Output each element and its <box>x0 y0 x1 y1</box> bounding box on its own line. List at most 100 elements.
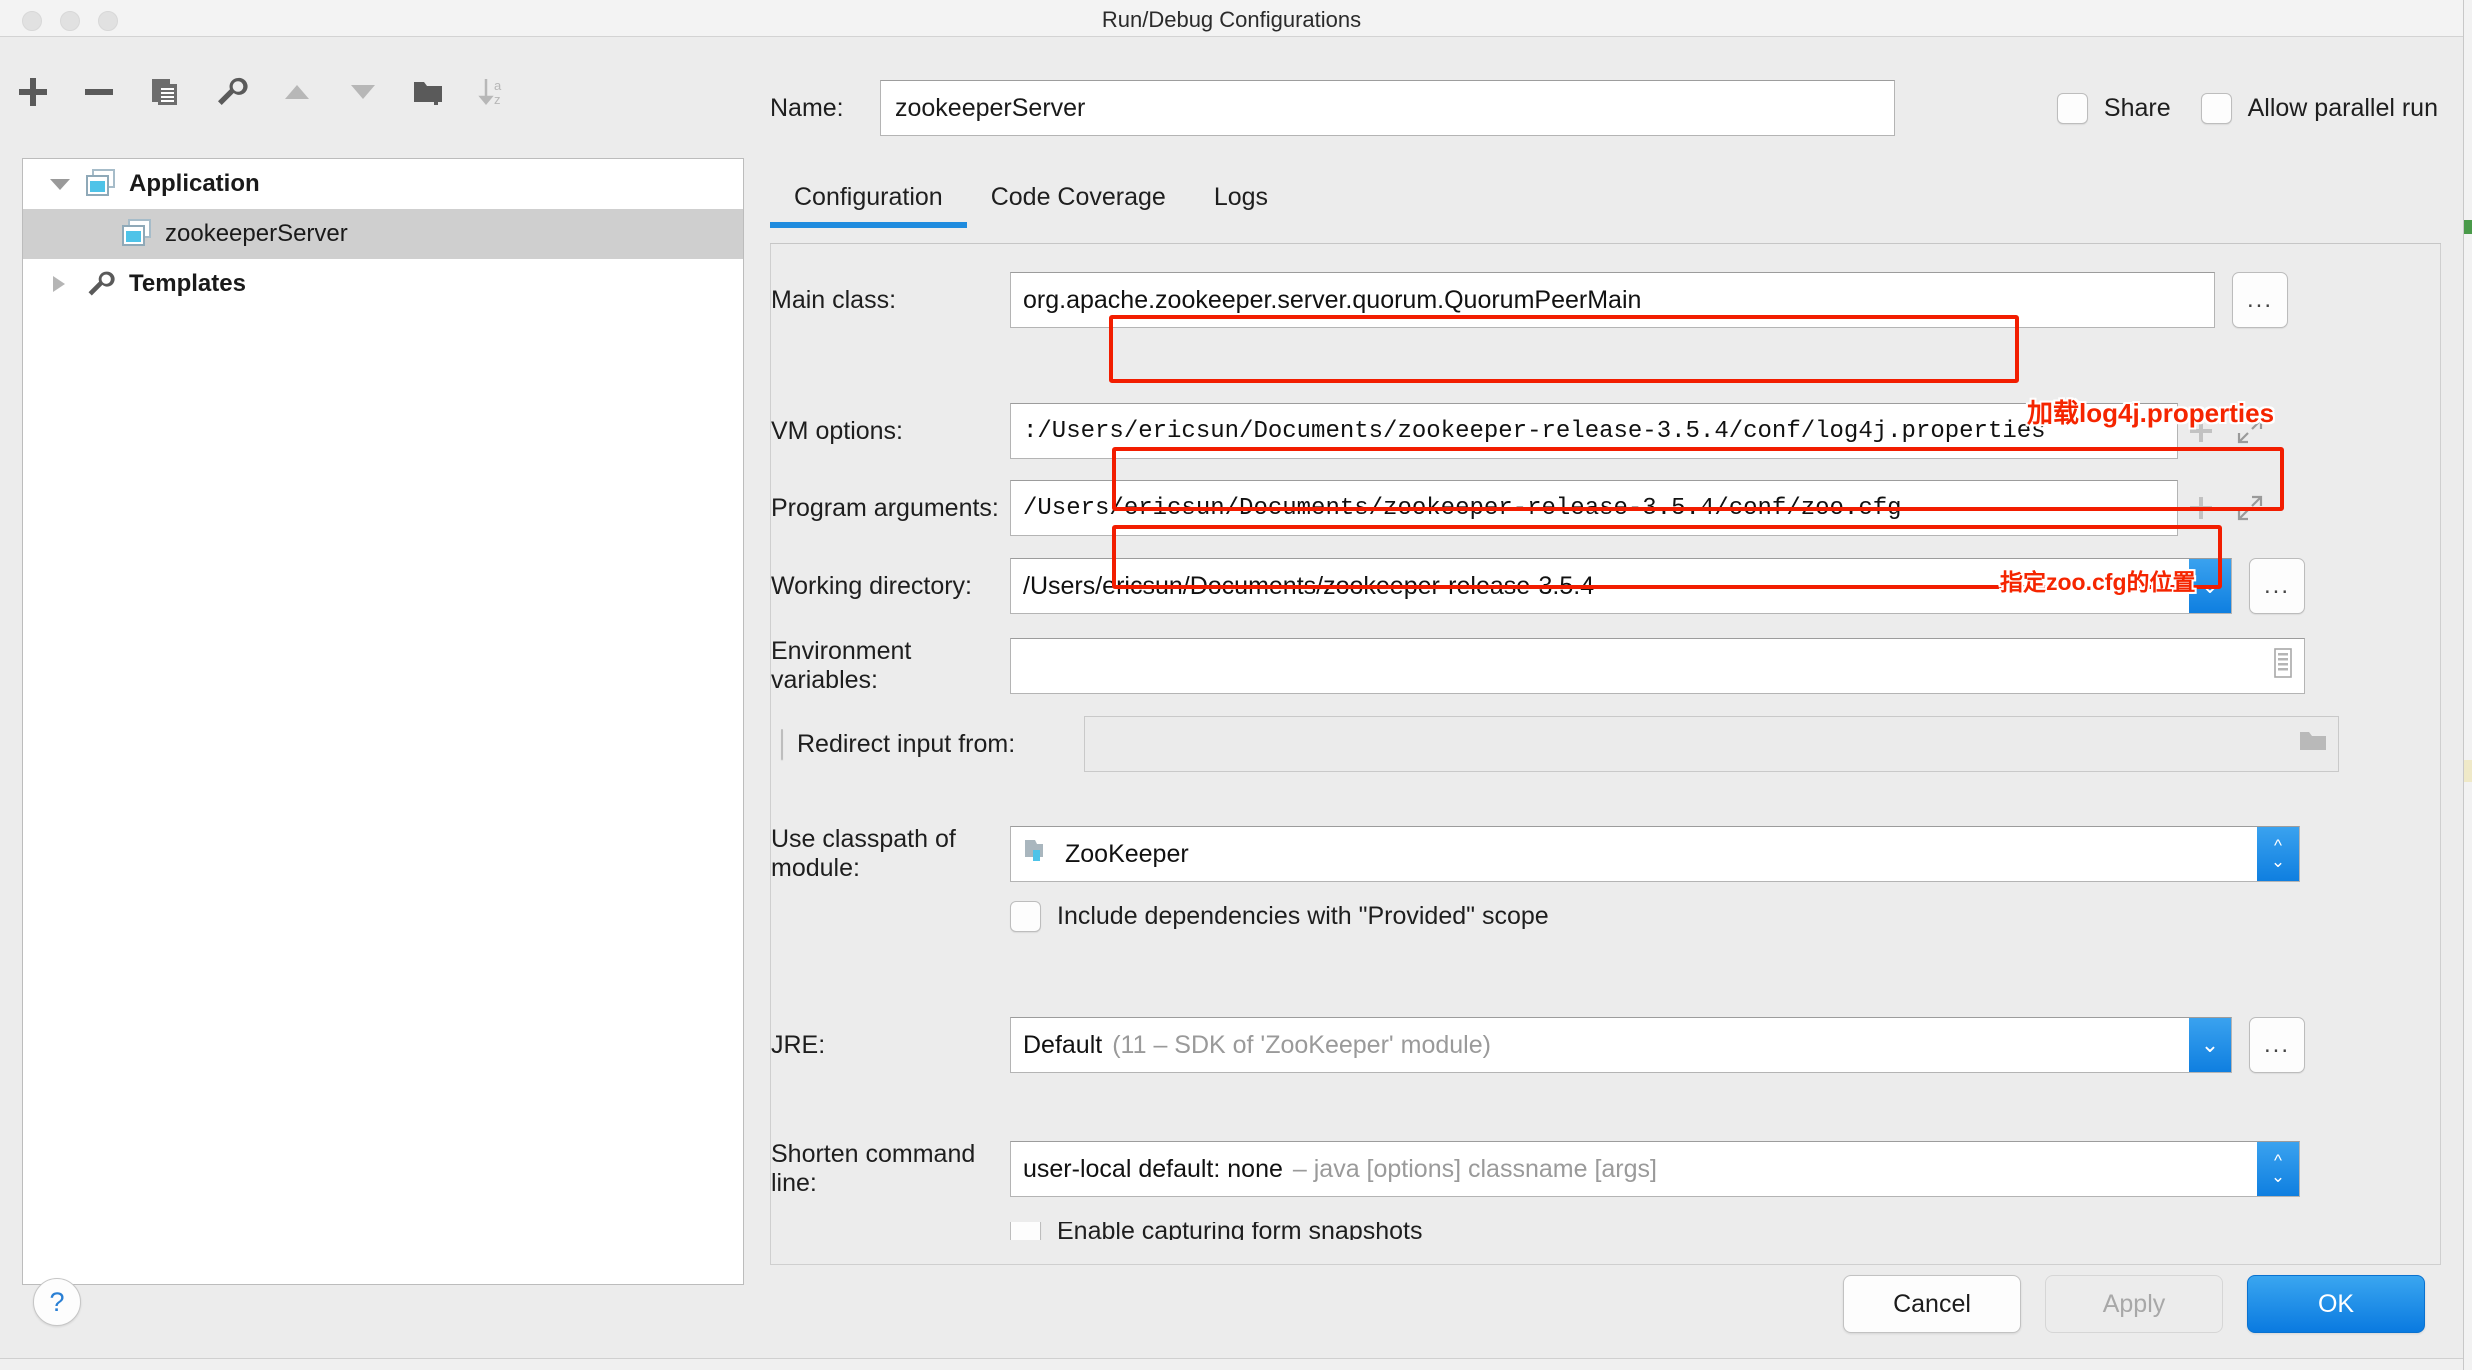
tree-item-label: Application <box>129 170 260 197</box>
shorten-command-line-label: Shorten command line: <box>771 1140 976 1197</box>
redirect-input-checkbox[interactable] <box>781 728 783 760</box>
background-green-marker <box>2464 220 2472 234</box>
main-class-label: Main class: <box>771 285 897 314</box>
allow-parallel-run-checkbox[interactable] <box>2200 93 2232 124</box>
shorten-command-line-combo[interactable]: user-local default: none – java [options… <box>1010 1141 2300 1197</box>
wrench-icon <box>85 269 129 299</box>
classpath-module-label: Use classpath of module: <box>771 825 956 882</box>
svg-text:z: z <box>494 92 501 107</box>
name-input[interactable]: zookeeperServer <box>880 80 1895 136</box>
form-snapshots-row[interactable]: Enable capturing form snapshots <box>1010 1222 1423 1240</box>
edit-templates-wrench-icon[interactable] <box>198 64 264 120</box>
application-icon <box>85 169 129 199</box>
include-provided-row[interactable]: Include dependencies with "Provided" sco… <box>1010 901 1549 932</box>
copy-configuration-icon[interactable] <box>132 64 198 120</box>
tab-configuration[interactable]: Configuration <box>770 183 967 228</box>
program-arguments-insert-macro-icon[interactable] <box>2178 480 2224 536</box>
editor-tabs: Configuration Code Coverage Logs <box>770 183 1292 228</box>
classpath-module-row: Use classpath of module: ZooKeeper ^ ⌄ <box>771 825 2300 883</box>
form-snapshots-checkbox[interactable] <box>1010 1222 1041 1240</box>
classpath-module-stepper-icon[interactable]: ^ ⌄ <box>2257 827 2299 881</box>
shorten-command-line-value: user-local default: none <box>1023 1154 1283 1183</box>
include-provided-label: Include dependencies with "Provided" sco… <box>1057 902 1549 930</box>
application-icon <box>121 219 165 249</box>
program-arguments-expand-icon[interactable] <box>2224 480 2276 536</box>
program-arguments-input[interactable]: /Users/ericsun/Documents/zookeeper-relea… <box>1010 480 2178 536</box>
add-icon[interactable] <box>0 64 66 120</box>
configurations-tree[interactable]: Application zookeeperServer Templates <box>22 158 744 1285</box>
jre-label: JRE: <box>771 1030 826 1059</box>
classpath-module-combo[interactable]: ZooKeeper ^ ⌄ <box>1010 826 2300 882</box>
name-label: Name: <box>770 93 844 122</box>
share-checkbox[interactable] <box>2056 93 2088 124</box>
jre-browse-button[interactable]: ... <box>2249 1017 2305 1073</box>
configuration-editor-panel: Name: zookeeperServer Share Allow parall… <box>745 38 2463 1370</box>
tree-item-zookeeperserver[interactable]: zookeeperServer <box>23 209 743 259</box>
redirect-input-toggle[interactable]: Redirect input from: <box>771 728 1015 760</box>
configurations-panel: a z Application zookeeperServer Template… <box>0 38 745 1370</box>
tree-item-application[interactable]: Application <box>23 159 743 209</box>
window-footer-strip <box>0 1358 2463 1370</box>
main-class-input[interactable]: org.apache.zookeeper.server.quorum.Quoru… <box>1010 272 2215 328</box>
vm-options-input[interactable]: :/Users/ericsun/Documents/zookeeper-rele… <box>1010 403 2178 459</box>
redirect-input-label: Redirect input from: <box>797 729 1016 758</box>
remove-icon[interactable] <box>66 64 132 120</box>
background-window-edge <box>2464 0 2472 1370</box>
allow-parallel-run-label: Allow parallel run <box>2247 94 2438 122</box>
move-up-icon[interactable] <box>264 64 330 120</box>
new-folder-icon[interactable] <box>396 64 462 120</box>
environment-variables-row: Environment variables: <box>771 637 2305 695</box>
apply-button[interactable]: Apply <box>2045 1275 2223 1333</box>
chevron-down-icon[interactable] <box>49 177 85 191</box>
environment-variables-editor-icon[interactable] <box>2270 647 2296 685</box>
working-directory-browse-button[interactable]: ... <box>2249 558 2305 614</box>
annotation-text-log4j: 加载log4j.properties <box>2027 398 2275 428</box>
vm-options-label: VM options: <box>771 416 904 445</box>
jre-value-detail: (11 – SDK of 'ZooKeeper' module) <box>1112 1030 1491 1059</box>
ok-button[interactable]: OK <box>2247 1275 2425 1333</box>
jre-dropdown-icon[interactable]: ⌄ <box>2189 1018 2231 1072</box>
title-bar: Run/Debug Configurations <box>0 0 2463 37</box>
jre-row: JRE: Default (11 – SDK of 'ZooKeeper' mo… <box>771 1017 2305 1073</box>
sort-alphabetically-icon[interactable]: a z <box>462 64 528 120</box>
chevron-right-icon[interactable] <box>49 275 85 293</box>
move-down-icon[interactable] <box>330 64 396 120</box>
form-snapshots-label: Enable capturing form snapshots <box>1057 1222 1423 1240</box>
include-provided-checkbox[interactable] <box>1010 901 1041 932</box>
classpath-module-value: ZooKeeper <box>1065 839 1189 868</box>
share-option[interactable]: Share <box>2056 93 2171 124</box>
configurations-toolbar: a z <box>0 62 528 122</box>
main-class-browse-button[interactable]: ... <box>2232 272 2288 328</box>
dialog-buttons: Cancel Apply OK <box>1843 1275 2425 1333</box>
background-yellow-marker <box>2464 760 2472 782</box>
working-directory-label: Working directory: <box>771 571 972 600</box>
shorten-command-line-stepper-icon[interactable]: ^ ⌄ <box>2257 1142 2299 1196</box>
tree-item-templates[interactable]: Templates <box>23 259 743 309</box>
main-class-row: Main class: org.apache.zookeeper.server.… <box>771 272 2288 328</box>
run-options: Share Allow parallel run <box>2056 93 2438 124</box>
program-arguments-label: Program arguments: <box>771 493 999 522</box>
folder-icon[interactable] <box>2298 728 2328 761</box>
jre-combo[interactable]: Default (11 – SDK of 'ZooKeeper' module)… <box>1010 1017 2232 1073</box>
module-icon <box>1023 837 1053 872</box>
program-arguments-row: Program arguments: /Users/ericsun/Docume… <box>771 480 2276 536</box>
redirect-input-row: Redirect input from: <box>771 716 2339 772</box>
help-button[interactable]: ? <box>33 1278 81 1326</box>
allow-parallel-run-option[interactable]: Allow parallel run <box>2200 93 2438 124</box>
tree-item-label: Templates <box>129 270 246 297</box>
window-title: Run/Debug Configurations <box>1101 7 1362 32</box>
redirect-input-path <box>1084 716 2339 772</box>
tab-code-coverage[interactable]: Code Coverage <box>967 183 1190 228</box>
run-debug-configurations-dialog: Run/Debug Configurations a z Application… <box>0 0 2464 1370</box>
environment-variables-input[interactable] <box>1010 638 2305 694</box>
environment-variables-label: Environment variables: <box>771 637 912 694</box>
cancel-button[interactable]: Cancel <box>1843 1275 2021 1333</box>
share-label: Share <box>2103 94 2171 122</box>
tree-item-label: zookeeperServer <box>165 220 348 247</box>
shorten-command-line-row: Shorten command line: user-local default… <box>771 1140 2300 1198</box>
dialog-footer: ? Cancel Apply OK <box>0 1260 2463 1370</box>
jre-value: Default <box>1023 1030 1103 1059</box>
annotation-text-zoocfg: 指定zoo.cfg的位置 <box>2000 569 2196 595</box>
tab-logs[interactable]: Logs <box>1190 183 1292 228</box>
name-row: Name: zookeeperServer <box>770 80 1895 136</box>
